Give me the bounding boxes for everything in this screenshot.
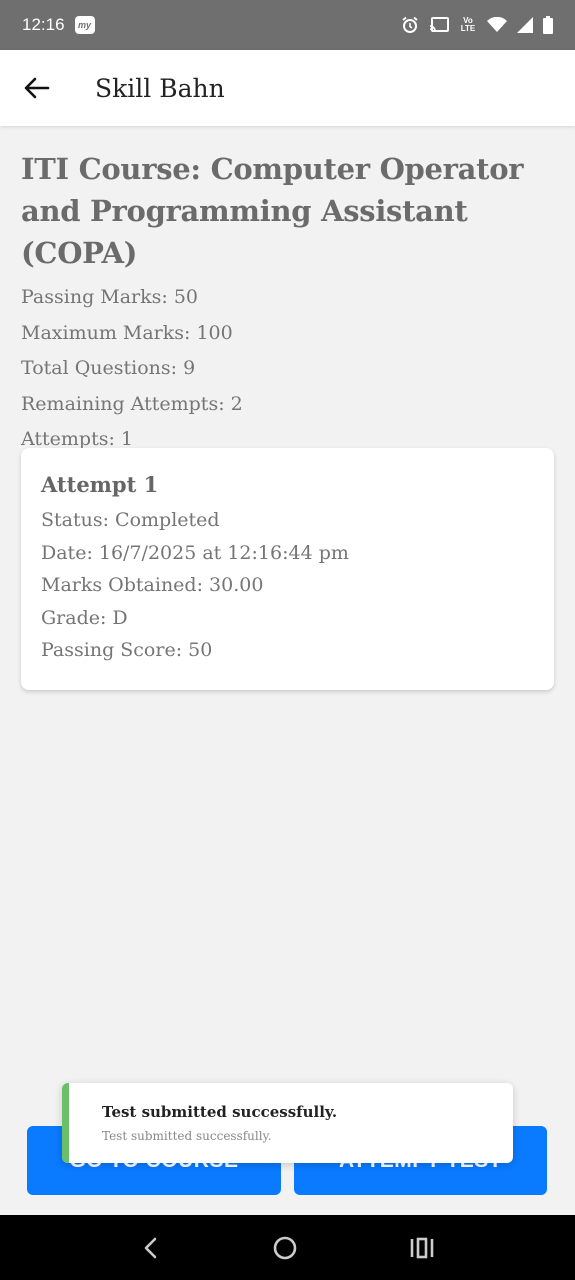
status-time: 12:16 [22,15,65,34]
toast-accent [62,1083,69,1163]
back-button[interactable] [0,50,74,126]
status-icons: Vo LTE [401,16,553,34]
course-title: ITI Course: Computer Operator and Progra… [21,152,524,270]
nav-back-icon[interactable] [141,1236,161,1260]
app-notification-icon: my [74,16,95,34]
attempt-passing-score: Passing Score: 50 [41,639,213,661]
attempt-card[interactable]: Attempt 1 Status: Completed Date: 16/7/2… [21,448,554,690]
wifi-icon [487,17,507,32]
course-details: ITI Course: Computer Operator and Progra… [21,126,554,458]
passing-marks: Passing Marks: 50 [21,286,199,308]
attempt-title: Attempt 1 [41,472,159,497]
maximum-marks: Maximum Marks: 100 [21,321,233,344]
toast-title: Test submitted successfully. [102,1103,338,1121]
page-title: Skill Bahn [95,73,225,103]
attempt-date: Date: 16/7/2025 at 12:16:44 pm [41,541,349,564]
remaining-attempts: Remaining Attempts: 2 [21,392,243,415]
success-toast[interactable]: Test submitted successfully. Test submit… [62,1083,513,1163]
nav-home-icon[interactable] [272,1235,298,1261]
attempt-grade: Grade: D [41,606,128,629]
cast-icon [429,17,449,32]
app-bar: Skill Bahn [0,50,575,126]
system-nav-bar [0,1215,575,1280]
attempt-marks: Marks Obtained: 30.00 [41,574,264,596]
battery-icon [543,16,553,34]
toast-body: Test submitted successfully. [102,1129,272,1143]
signal-icon [517,17,533,33]
nav-recents-icon[interactable] [409,1237,435,1259]
volte-icon: Vo LTE [460,16,476,33]
attempt-status: Status: Completed [41,509,220,531]
alarm-icon [402,16,418,33]
total-questions: Total Questions: 9 [21,357,196,379]
arrow-left-icon [24,77,50,99]
course-meta: Passing Marks: 50 Maximum Marks: 100 Tot… [21,280,554,458]
status-bar: 12:16 my Vo LTE [0,0,575,50]
